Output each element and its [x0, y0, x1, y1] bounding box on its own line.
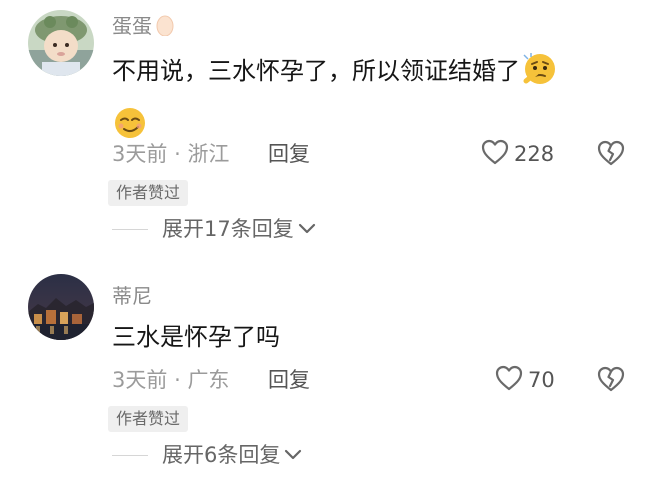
- like-count: 70: [528, 368, 555, 392]
- author-liked-badge: 作者赞过: [108, 406, 189, 432]
- username[interactable]: 蒂尼: [112, 284, 152, 308]
- reply-button[interactable]: 回复: [268, 366, 310, 394]
- heart-icon: [480, 138, 510, 170]
- expand-replies-label: 展开17条回复: [162, 217, 294, 241]
- comment-text-body: 三水是怀孕了吗: [112, 323, 280, 351]
- broken-heart-icon: [596, 366, 626, 397]
- chevron-down-icon: [284, 446, 302, 465]
- like-button[interactable]: 70: [494, 365, 555, 395]
- meta-separator: ·: [174, 368, 181, 392]
- timestamp: 3天前: [112, 142, 168, 166]
- comment-meta: 3天前 · 广东: [112, 366, 229, 394]
- thinking-face-icon: [522, 51, 558, 102]
- like-button[interactable]: 228: [480, 139, 554, 169]
- expand-replies-button[interactable]: 展开6条回复: [112, 440, 302, 470]
- avatar[interactable]: [28, 10, 94, 76]
- egg-icon: [156, 14, 174, 41]
- heart-icon: [494, 364, 524, 396]
- username-text: 蒂尼: [112, 284, 152, 308]
- divider-line: [112, 454, 148, 456]
- divider-line: [112, 228, 148, 230]
- dislike-button[interactable]: [596, 139, 626, 171]
- location: 广东: [187, 368, 230, 392]
- avatar-night-town-image: [28, 274, 94, 340]
- comment-item-1: 蛋蛋 不用说，三水怀孕了，所以领证结婚了 3天前 · 浙江 回复 228 作者赞…: [0, 0, 660, 250]
- location: 浙江: [187, 142, 230, 166]
- comment-text-body: 不用说，三水怀孕了，所以领证结婚了: [112, 57, 520, 85]
- expand-replies-button[interactable]: 展开17条回复: [112, 214, 316, 244]
- meta-separator: ·: [174, 142, 181, 166]
- broken-heart-icon: [596, 140, 626, 171]
- comment-meta: 3天前 · 浙江: [112, 140, 229, 168]
- author-liked-badge: 作者赞过: [108, 180, 189, 206]
- timestamp: 3天前: [112, 368, 168, 392]
- like-count: 228: [514, 142, 555, 166]
- comment-item-2: 蒂尼 三水是怀孕了吗 3天前 · 广东 回复 70 作者赞过 展开6条回复: [0, 270, 660, 497]
- dislike-button[interactable]: [596, 365, 626, 397]
- comment-text: 三水是怀孕了吗: [112, 314, 632, 360]
- expand-replies-label: 展开6条回复: [162, 443, 281, 467]
- username[interactable]: 蛋蛋: [112, 14, 174, 41]
- reply-button[interactable]: 回复: [268, 140, 310, 168]
- avatar-child-image: [28, 10, 94, 76]
- avatar[interactable]: [28, 274, 94, 340]
- username-text: 蛋蛋: [112, 14, 152, 38]
- chevron-down-icon: [298, 220, 316, 239]
